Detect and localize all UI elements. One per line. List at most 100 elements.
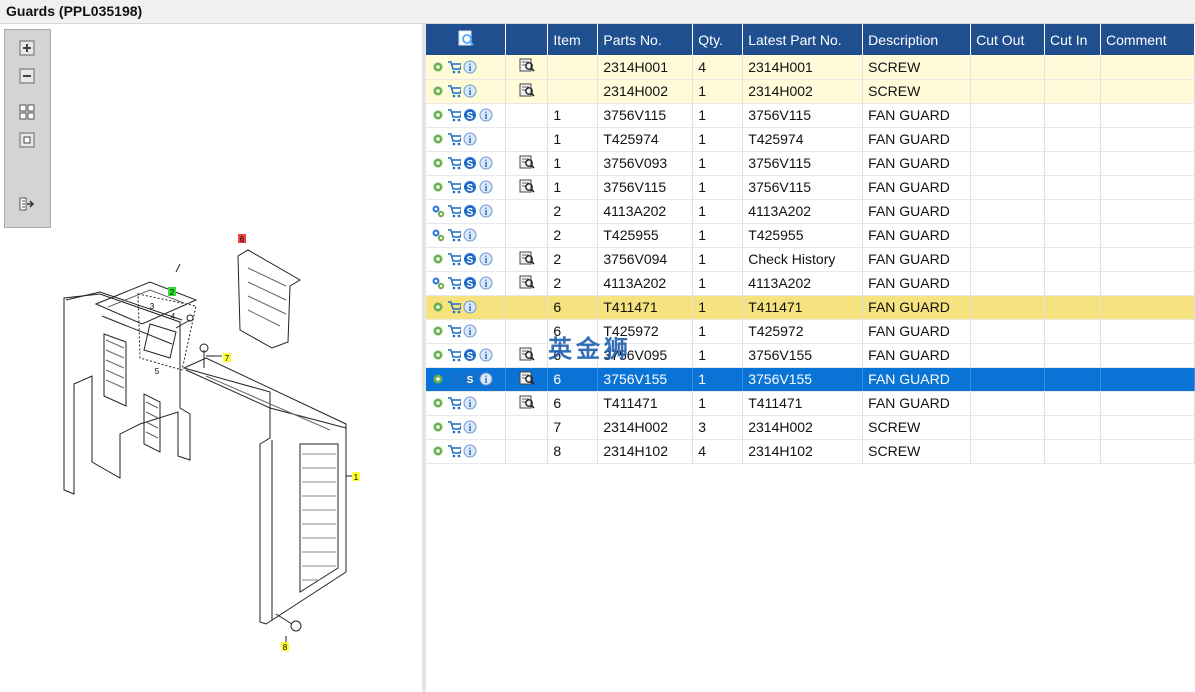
fit-all-button[interactable] xyxy=(17,102,37,122)
gear-icon[interactable] xyxy=(431,324,445,338)
table-row[interactable]: Si 1 3756V115 1 3756V115 FAN GUARD xyxy=(426,103,1195,128)
info-icon[interactable]: i xyxy=(479,180,493,194)
cart-icon[interactable] xyxy=(447,300,461,314)
gear-icon[interactable] xyxy=(431,156,445,170)
gears-icon[interactable] xyxy=(431,204,445,218)
column-header-comment[interactable]: Comment xyxy=(1100,24,1195,55)
gears-icon[interactable] xyxy=(431,228,445,242)
cart-icon[interactable] xyxy=(447,108,461,122)
document-viewer-icon[interactable] xyxy=(518,251,536,268)
document-viewer-icon[interactable] xyxy=(518,371,536,388)
column-header-qty[interactable]: Qty. xyxy=(692,24,744,55)
gear-icon[interactable] xyxy=(431,300,445,314)
supersession-icon[interactable]: S xyxy=(463,204,477,218)
column-header-parts-no[interactable]: Parts No. xyxy=(597,24,694,55)
gear-icon[interactable] xyxy=(431,180,445,194)
cart-icon[interactable] xyxy=(447,276,461,290)
supersession-icon[interactable]: S xyxy=(463,180,477,194)
info-icon[interactable]: i xyxy=(479,348,493,362)
info-icon[interactable]: i xyxy=(479,252,493,266)
info-icon[interactable]: i xyxy=(463,300,477,314)
cart-icon[interactable] xyxy=(447,444,461,458)
gear-icon[interactable] xyxy=(431,420,445,434)
drawing-pane[interactable]: 1 2 3 4 5 6 7 8 xyxy=(0,24,422,692)
info-icon[interactable]: i xyxy=(463,324,477,338)
info-icon[interactable]: i xyxy=(463,132,477,146)
document-viewer-icon[interactable] xyxy=(518,179,536,196)
gear-icon[interactable] xyxy=(431,372,445,386)
export-button[interactable] xyxy=(17,194,37,214)
gear-icon[interactable] xyxy=(431,252,445,266)
gear-icon[interactable] xyxy=(431,108,445,122)
cart-icon[interactable] xyxy=(447,324,461,338)
zoom-in-button[interactable] xyxy=(17,38,37,58)
table-row[interactable]: Si 2 3756V094 1 Check History FAN GUARD xyxy=(426,247,1195,272)
document-viewer-icon[interactable] xyxy=(518,395,536,412)
supersession-icon[interactable]: S xyxy=(463,156,477,170)
table-row[interactable]: i 2314H001 4 2314H001 SCREW xyxy=(426,55,1195,80)
supersession-icon[interactable]: S xyxy=(463,372,477,386)
table-row[interactable]: i 1 T425974 1 T425974 FAN GUARD xyxy=(426,127,1195,152)
document-viewer-icon[interactable] xyxy=(518,275,536,292)
cart-icon[interactable] xyxy=(447,348,461,362)
info-icon[interactable]: i xyxy=(463,84,477,98)
zoom-out-button[interactable] xyxy=(17,66,37,86)
cart-icon[interactable] xyxy=(447,372,461,386)
table-row[interactable]: i 8 2314H102 4 2314H102 SCREW xyxy=(426,439,1195,464)
table-row[interactable]: i 2 T425955 1 T425955 FAN GUARD xyxy=(426,223,1195,248)
gear-icon[interactable] xyxy=(431,84,445,98)
cart-icon[interactable] xyxy=(447,252,461,266)
cart-icon[interactable] xyxy=(447,156,461,170)
info-icon[interactable]: i xyxy=(479,372,493,386)
info-icon[interactable]: i xyxy=(479,276,493,290)
actual-size-button[interactable] xyxy=(17,130,37,150)
info-icon[interactable]: i xyxy=(479,108,493,122)
table-row[interactable]: i 2314H002 1 2314H002 SCREW xyxy=(426,79,1195,104)
cart-icon[interactable] xyxy=(447,84,461,98)
gears-icon[interactable] xyxy=(431,276,445,290)
info-icon[interactable]: i xyxy=(479,156,493,170)
info-icon[interactable]: i xyxy=(463,444,477,458)
cart-icon[interactable] xyxy=(447,132,461,146)
column-header-doc[interactable] xyxy=(505,24,549,55)
gear-icon[interactable] xyxy=(431,60,445,74)
supersession-icon[interactable]: S xyxy=(463,252,477,266)
table-row[interactable]: Si 6 3756V155 1 3756V155 FAN GUARD xyxy=(426,367,1195,392)
cart-icon[interactable] xyxy=(447,204,461,218)
column-header-description[interactable]: Description xyxy=(862,24,972,55)
gear-icon[interactable] xyxy=(431,444,445,458)
table-row[interactable]: i 6 T411471 1 T411471 FAN GUARD xyxy=(426,391,1195,416)
table-row[interactable]: i 6 T425972 1 T425972 FAN GUARD xyxy=(426,319,1195,344)
table-row[interactable]: i 6 T411471 1 T411471 FAN GUARD xyxy=(426,295,1195,320)
column-header-actions[interactable] xyxy=(426,24,507,55)
column-header-item[interactable]: Item xyxy=(547,24,599,55)
gear-icon[interactable] xyxy=(431,348,445,362)
table-row[interactable]: Si 2 4113A202 1 4113A202 FAN GUARD xyxy=(426,199,1195,224)
search-doc-icon[interactable] xyxy=(458,30,474,49)
gear-icon[interactable] xyxy=(431,396,445,410)
supersession-icon[interactable]: S xyxy=(463,348,477,362)
column-header-latest-part-no[interactable]: Latest Part No. xyxy=(742,24,864,55)
gear-icon[interactable] xyxy=(431,132,445,146)
supersession-icon[interactable]: S xyxy=(463,108,477,122)
document-viewer-icon[interactable] xyxy=(518,347,536,364)
table-row[interactable]: Si 1 3756V115 1 3756V115 FAN GUARD xyxy=(426,175,1195,200)
info-icon[interactable]: i xyxy=(463,228,477,242)
table-row[interactable]: Si 6 3756V095 1 3756V155 FAN GUARD xyxy=(426,343,1195,368)
column-header-cut-in[interactable]: Cut In xyxy=(1044,24,1102,55)
document-viewer-icon[interactable] xyxy=(518,155,536,172)
cart-icon[interactable] xyxy=(447,180,461,194)
document-viewer-icon[interactable] xyxy=(518,83,536,100)
cart-icon[interactable] xyxy=(447,396,461,410)
cart-icon[interactable] xyxy=(447,420,461,434)
column-header-cut-out[interactable]: Cut Out xyxy=(970,24,1046,55)
table-row[interactable]: Si 2 4113A202 1 4113A202 FAN GUARD xyxy=(426,271,1195,296)
info-icon[interactable]: i xyxy=(463,60,477,74)
table-row[interactable]: i 7 2314H002 3 2314H002 SCREW xyxy=(426,415,1195,440)
info-icon[interactable]: i xyxy=(479,204,493,218)
info-icon[interactable]: i xyxy=(463,420,477,434)
supersession-icon[interactable]: S xyxy=(463,276,477,290)
cart-icon[interactable] xyxy=(447,60,461,74)
document-viewer-icon[interactable] xyxy=(518,58,536,75)
cart-icon[interactable] xyxy=(447,228,461,242)
